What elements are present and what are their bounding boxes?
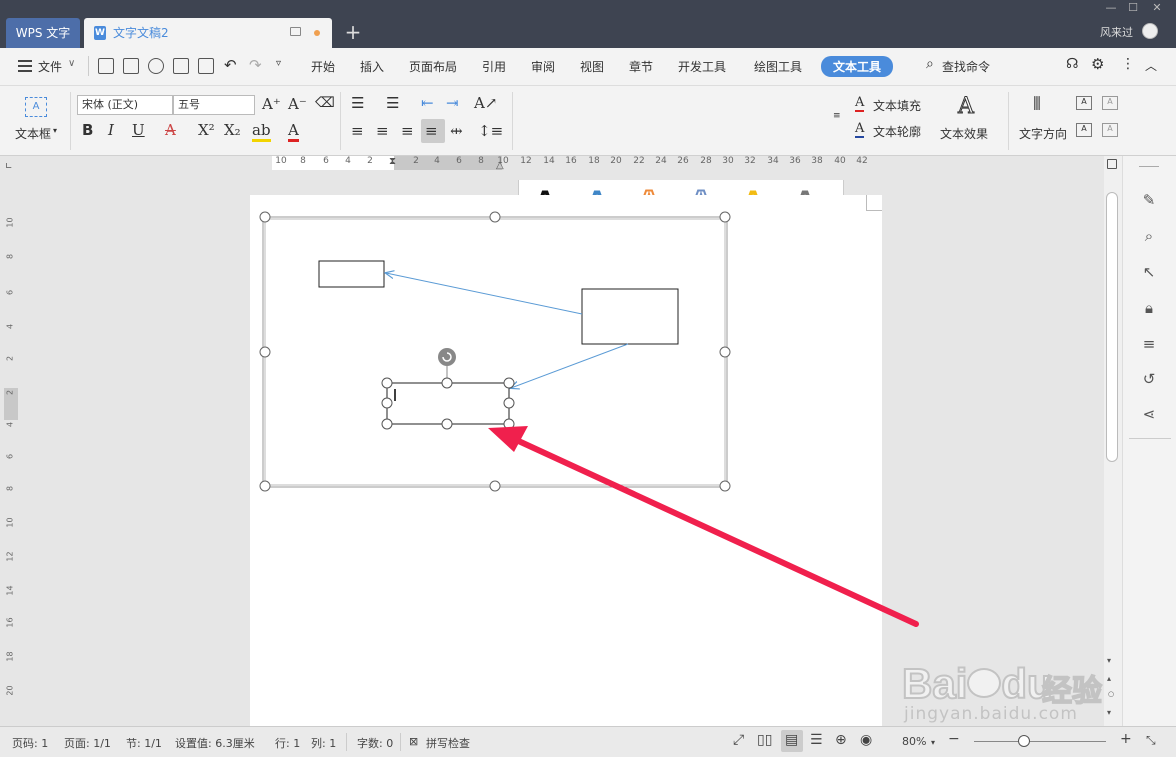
split-icon[interactable]	[1107, 159, 1117, 169]
annotation-arrow-shaft	[509, 435, 919, 627]
canvas-handle	[259, 346, 271, 358]
web-view-icon[interactable]: ⊕	[835, 732, 847, 748]
rotate-handle-icon[interactable]	[438, 348, 456, 366]
canvas-handles[interactable]	[259, 211, 731, 492]
page-view-icon[interactable]: ▤	[785, 732, 798, 748]
reading-mode-icon[interactable]: ▯▯	[757, 732, 772, 748]
canvas-handle	[719, 211, 731, 223]
textbox-handle	[503, 377, 515, 389]
status-col[interactable]: 列: 1	[311, 735, 336, 751]
cursor-icon[interactable]: ↖	[1139, 262, 1159, 282]
select-browse-icon[interactable]: ○	[1108, 690, 1114, 698]
zoom-out-icon[interactable]: −	[948, 731, 960, 747]
textbox-handle	[381, 397, 393, 409]
annotation-arrow-head	[488, 426, 528, 452]
textbox-handle	[441, 418, 453, 430]
canvas-handle	[259, 211, 271, 223]
canvas-handle	[489, 211, 501, 223]
connector-arrow-1[interactable]	[386, 273, 583, 315]
status-row[interactable]: 行: 1	[275, 735, 300, 751]
prev-page-icon[interactable]: ▴	[1107, 674, 1111, 683]
canvas-inner-border	[264, 218, 726, 486]
connector-arrow-2[interactable]	[511, 343, 629, 388]
textbox-handle	[503, 397, 515, 409]
zoom-level[interactable]: 80%	[902, 735, 926, 748]
fit-page-icon[interactable]: ⤡	[1146, 733, 1156, 748]
spell-check-button[interactable]: 拼写检查	[426, 735, 470, 751]
vertical-scrollbar[interactable]: ▾ ▴ ○ ▾	[1104, 156, 1122, 726]
history-icon[interactable]: ↺	[1139, 369, 1159, 389]
canvas-handle	[489, 480, 501, 492]
fullscreen-icon[interactable]: ⤢	[733, 732, 744, 748]
zoom-in-icon[interactable]: +	[1120, 731, 1132, 747]
find-file-icon[interactable]: ⌕	[1139, 226, 1159, 246]
scrollbar-thumb[interactable]	[1106, 192, 1118, 462]
textbox-handle	[381, 377, 393, 389]
zoom-dropdown-icon[interactable]: ▾	[931, 738, 935, 747]
side-panel: ✎ ⌕ ↖ 🔒︎ ≡ ↺ ⋖	[1122, 156, 1176, 726]
pen-icon[interactable]: ✎	[1139, 190, 1159, 210]
share-icon[interactable]: ⋖	[1139, 404, 1159, 424]
large-textbox[interactable]	[581, 288, 679, 345]
textbox-handle	[381, 418, 393, 430]
status-setting[interactable]: 设置值: 6.3厘米	[175, 735, 255, 751]
status-word-count[interactable]: 字数: 0	[357, 735, 393, 751]
baidu-watermark: Bai du 经验 jingyan.baidu.com	[901, 640, 1107, 730]
canvas-handle	[259, 480, 271, 492]
watermark-brand: Bai du	[901, 659, 1054, 708]
textbox-handle	[441, 377, 453, 389]
zoom-slider[interactable]	[974, 741, 1106, 742]
selected-textbox[interactable]	[386, 382, 510, 425]
small-textbox[interactable]	[318, 260, 385, 288]
outline-view-icon[interactable]: ☰	[810, 732, 823, 748]
status-pages[interactable]: 页面: 1/1	[64, 735, 111, 751]
zoom-slider-thumb[interactable]	[1018, 735, 1030, 747]
lock-icon[interactable]: 🔒︎	[1139, 298, 1159, 318]
watermark-url: jingyan.baidu.com	[904, 704, 1078, 724]
status-bar: 页码: 1 页面: 1/1 节: 1/1 设置值: 6.3厘米 行: 1 列: …	[0, 726, 1176, 757]
eye-protect-icon[interactable]: ◉	[860, 732, 872, 748]
canvas-handle	[719, 480, 731, 492]
spell-check-icon[interactable]: ⊠	[409, 735, 418, 748]
status-section[interactable]: 节: 1/1	[126, 735, 162, 751]
status-page-number[interactable]: 页码: 1	[12, 735, 48, 751]
canvas-border[interactable]	[262, 216, 728, 488]
scroll-down-icon[interactable]: ▾	[1107, 656, 1111, 665]
sliders-icon[interactable]: ≡	[1139, 334, 1159, 354]
canvas-handle	[719, 346, 731, 358]
next-page-icon[interactable]: ▾	[1107, 708, 1111, 717]
